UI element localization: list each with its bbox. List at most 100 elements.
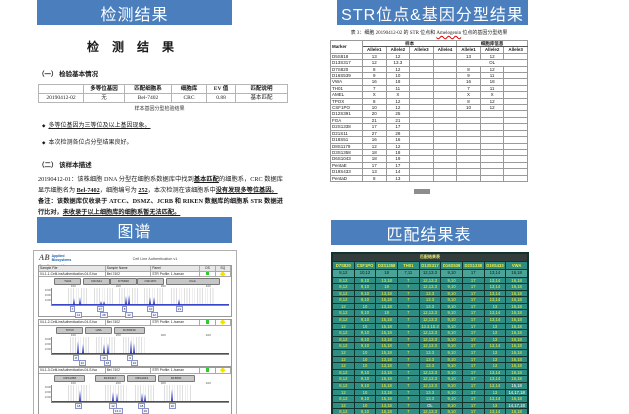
- allele-peak: [82, 344, 84, 354]
- column-header-row: D7S820CSF1POD3S1358TH01D13S317D16S539D2S…: [333, 261, 528, 270]
- banner-match-table: 匹配结果表: [331, 220, 527, 245]
- allele-cell: 16,18: [506, 350, 528, 357]
- allele-cell: 12,13.3: [419, 343, 441, 350]
- allele-label: 10: [131, 360, 138, 366]
- allele-cell: 13: [484, 330, 506, 337]
- column-header: EV 值: [207, 85, 236, 94]
- allele-cell: 9,10: [441, 317, 463, 324]
- allele-cell: 13: [484, 303, 506, 310]
- yellow-diamond-icon: [220, 320, 225, 324]
- marker-name: PentaD: [331, 175, 363, 181]
- chromatogram-doc-title: Cell Line Authentication v1: [74, 257, 236, 261]
- allele-peak: [107, 343, 109, 354]
- allele-cell: 8,12: [333, 383, 355, 390]
- allele-cell: 7: [397, 277, 419, 284]
- allele-cell: 12,13.3: [419, 317, 441, 324]
- match-row: 8,129,1015,18712,13.39,101713,1416,18: [333, 343, 528, 350]
- allele-cell: 12,13.3: [419, 383, 441, 390]
- yellow-diamond-icon: [220, 368, 225, 372]
- allele-cell: 17: [462, 369, 484, 376]
- match-row: 121013,187OL9,10171314,17,18: [333, 402, 528, 409]
- allele-cell: 7: [397, 383, 419, 390]
- allele-cell: 13: [484, 402, 506, 409]
- allele-peak: [153, 297, 155, 305]
- allele-cell: 9,10: [441, 284, 463, 291]
- allele-cell: 7: [397, 323, 419, 330]
- allele-cell: 15,18: [376, 396, 398, 403]
- allele-cell: 9,10: [441, 363, 463, 370]
- allele-cell: 7: [397, 297, 419, 304]
- allele-cell: 9,10: [441, 350, 463, 357]
- header-label: SQ: [216, 266, 231, 271]
- allele-peak: [73, 298, 75, 305]
- allele-cell: 9,10: [441, 376, 463, 383]
- sample-allele: [410, 175, 434, 181]
- allele-cell: 9,10: [441, 323, 463, 330]
- sample-allele: [433, 175, 457, 181]
- allele-cell: 8,12: [333, 317, 355, 324]
- allele-label-row: 7112728812101221: [51, 306, 231, 317]
- allele-peak: [141, 393, 143, 402]
- match-row: 121013,18713.39,10171316,18: [333, 363, 528, 370]
- allele-cell: 15,18: [376, 330, 398, 337]
- allele-peak: [133, 343, 135, 354]
- header-label: Sample File: [39, 266, 106, 271]
- allele-cell: 12,13.3: [419, 409, 441, 414]
- cell: 无: [84, 94, 125, 103]
- panel-header-values: 04-1-1-CellLineAuthentication-04-S.fsaBe…: [39, 272, 231, 278]
- sample-name: Bel-7402: [106, 272, 151, 277]
- y-tick-label: 3000: [41, 289, 51, 292]
- sq-flag: [216, 272, 231, 277]
- allele-cell: 7: [397, 350, 419, 357]
- sample-allele: 8: [363, 175, 387, 181]
- banner-electropherogram: 图谱: [37, 217, 232, 243]
- allele-cell: 8,12: [333, 310, 355, 317]
- allele-cell: 7: [397, 389, 419, 396]
- allele-cell: 13,14: [484, 297, 506, 304]
- allele-cell: 17: [462, 290, 484, 297]
- bullet-icon: ◆: [42, 140, 45, 145]
- electropherogram-plot: 300020001000: [51, 288, 229, 306]
- allele-cell: 17: [462, 297, 484, 304]
- allele-cell: 13,18: [376, 277, 398, 284]
- allele-cell: 9,10: [441, 303, 463, 310]
- allele-cell: 9,10: [441, 369, 463, 376]
- allele-cell: 13: [484, 323, 506, 330]
- chromatogram-panel: 04-1-2-CellLineAuthentication-04-S.fsaBe…: [38, 319, 232, 367]
- allele-cell: 9,10: [354, 409, 376, 414]
- allele-cell: 8,12: [333, 336, 355, 343]
- allele-cell: 16,18: [506, 317, 528, 324]
- cell: 0.88: [207, 94, 236, 103]
- report-preview-grid: 检测结果 STR位点&基因分型结果 图谱 匹配结果表 检 测 结 果 （一） 检…: [0, 0, 629, 414]
- reference-allele: 7,11: [397, 270, 419, 278]
- panel-profile: STR Profile: 1-human: [151, 368, 200, 373]
- allele-cell: 12: [333, 323, 355, 330]
- allele-cell: 13,14: [484, 317, 506, 324]
- allele-cell: 13: [484, 363, 506, 370]
- allele-label-row: 8121618910: [51, 355, 231, 366]
- allele-label: 21: [176, 306, 183, 312]
- allele-cell: 17: [462, 396, 484, 403]
- allele-cell: 12: [333, 389, 355, 396]
- allele-cell: 13,18: [376, 303, 398, 310]
- chromatogram-panel: Sample FileSample NamePanelOSSQ04-1-1-Ce…: [38, 265, 232, 317]
- allele-cell: 13,14: [484, 376, 506, 383]
- allele-peak: [144, 394, 146, 402]
- allele-cell: 13,18: [376, 336, 398, 343]
- y-tick-label: 3000: [41, 338, 51, 341]
- match-row: 8,129,1013,18713.39,101713,1416,18: [333, 290, 528, 297]
- allele-cell: 13.3: [419, 303, 441, 310]
- allele-cell: 17: [462, 363, 484, 370]
- allele-cell: 9,10: [354, 310, 376, 317]
- allele-label: 18: [104, 360, 111, 366]
- allele-cell: 9,10: [354, 277, 376, 284]
- reference-allele: 17: [462, 270, 484, 278]
- electropherogram-plot: 300020001000: [51, 385, 229, 403]
- electropherogram-plot: 300020001000: [51, 337, 229, 355]
- allele-cell: 7: [397, 356, 419, 363]
- header-label: OS: [200, 266, 215, 271]
- allele-cell: 12,13.3: [419, 376, 441, 383]
- sample-name: Bel-7402: [106, 320, 151, 325]
- banner-test-result: 检测结果: [37, 0, 232, 25]
- y-tick-label: 1000: [41, 396, 51, 399]
